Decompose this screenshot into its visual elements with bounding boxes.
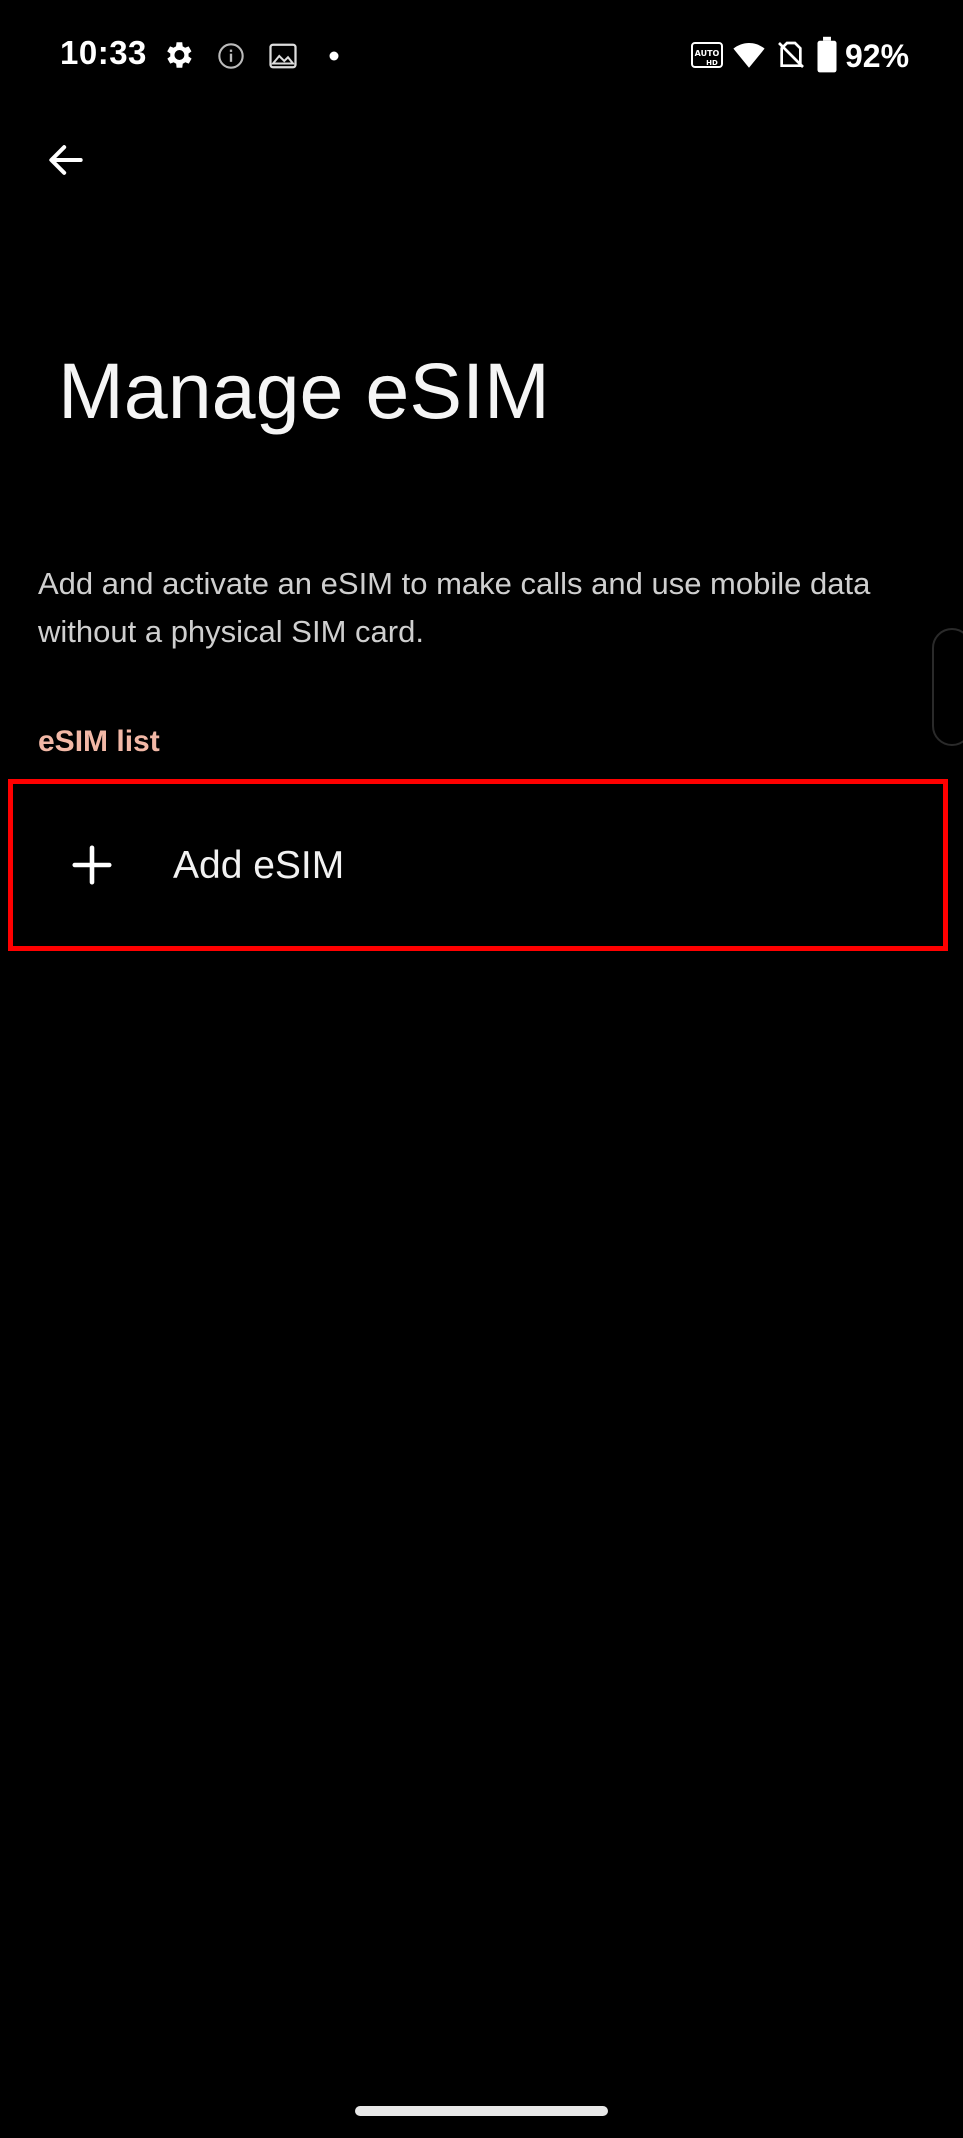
add-esim-button[interactable]: Add eSIM xyxy=(8,779,948,951)
battery-icon xyxy=(817,36,837,73)
auto-hd-icon: AUTO HD xyxy=(691,42,723,68)
add-esim-label: Add eSIM xyxy=(173,844,345,887)
back-button[interactable] xyxy=(36,130,96,190)
description-text: Add and activate an eSIM to make calls a… xyxy=(38,566,871,649)
svg-text:AUTO: AUTO xyxy=(695,49,720,58)
dot-icon xyxy=(329,51,339,61)
svg-text:HD: HD xyxy=(706,59,718,67)
section-header-esim-list: eSIM list xyxy=(38,725,160,758)
battery-percent: 92% xyxy=(845,38,910,74)
wifi-icon xyxy=(733,42,765,68)
page-title: Manage eSIM xyxy=(58,346,550,435)
image-icon xyxy=(269,43,297,69)
gesture-navigation-bar[interactable] xyxy=(355,2106,608,2116)
arrow-left-icon xyxy=(49,145,83,175)
gear-icon xyxy=(167,42,192,68)
no-sim-icon xyxy=(778,41,804,68)
status-bar: 10:33 AUTO HD 92% xyxy=(0,0,963,112)
plus-icon xyxy=(72,845,112,885)
status-time: 10:33 xyxy=(60,34,147,71)
edge-panel-handle[interactable] xyxy=(932,628,963,746)
info-icon xyxy=(218,43,244,69)
